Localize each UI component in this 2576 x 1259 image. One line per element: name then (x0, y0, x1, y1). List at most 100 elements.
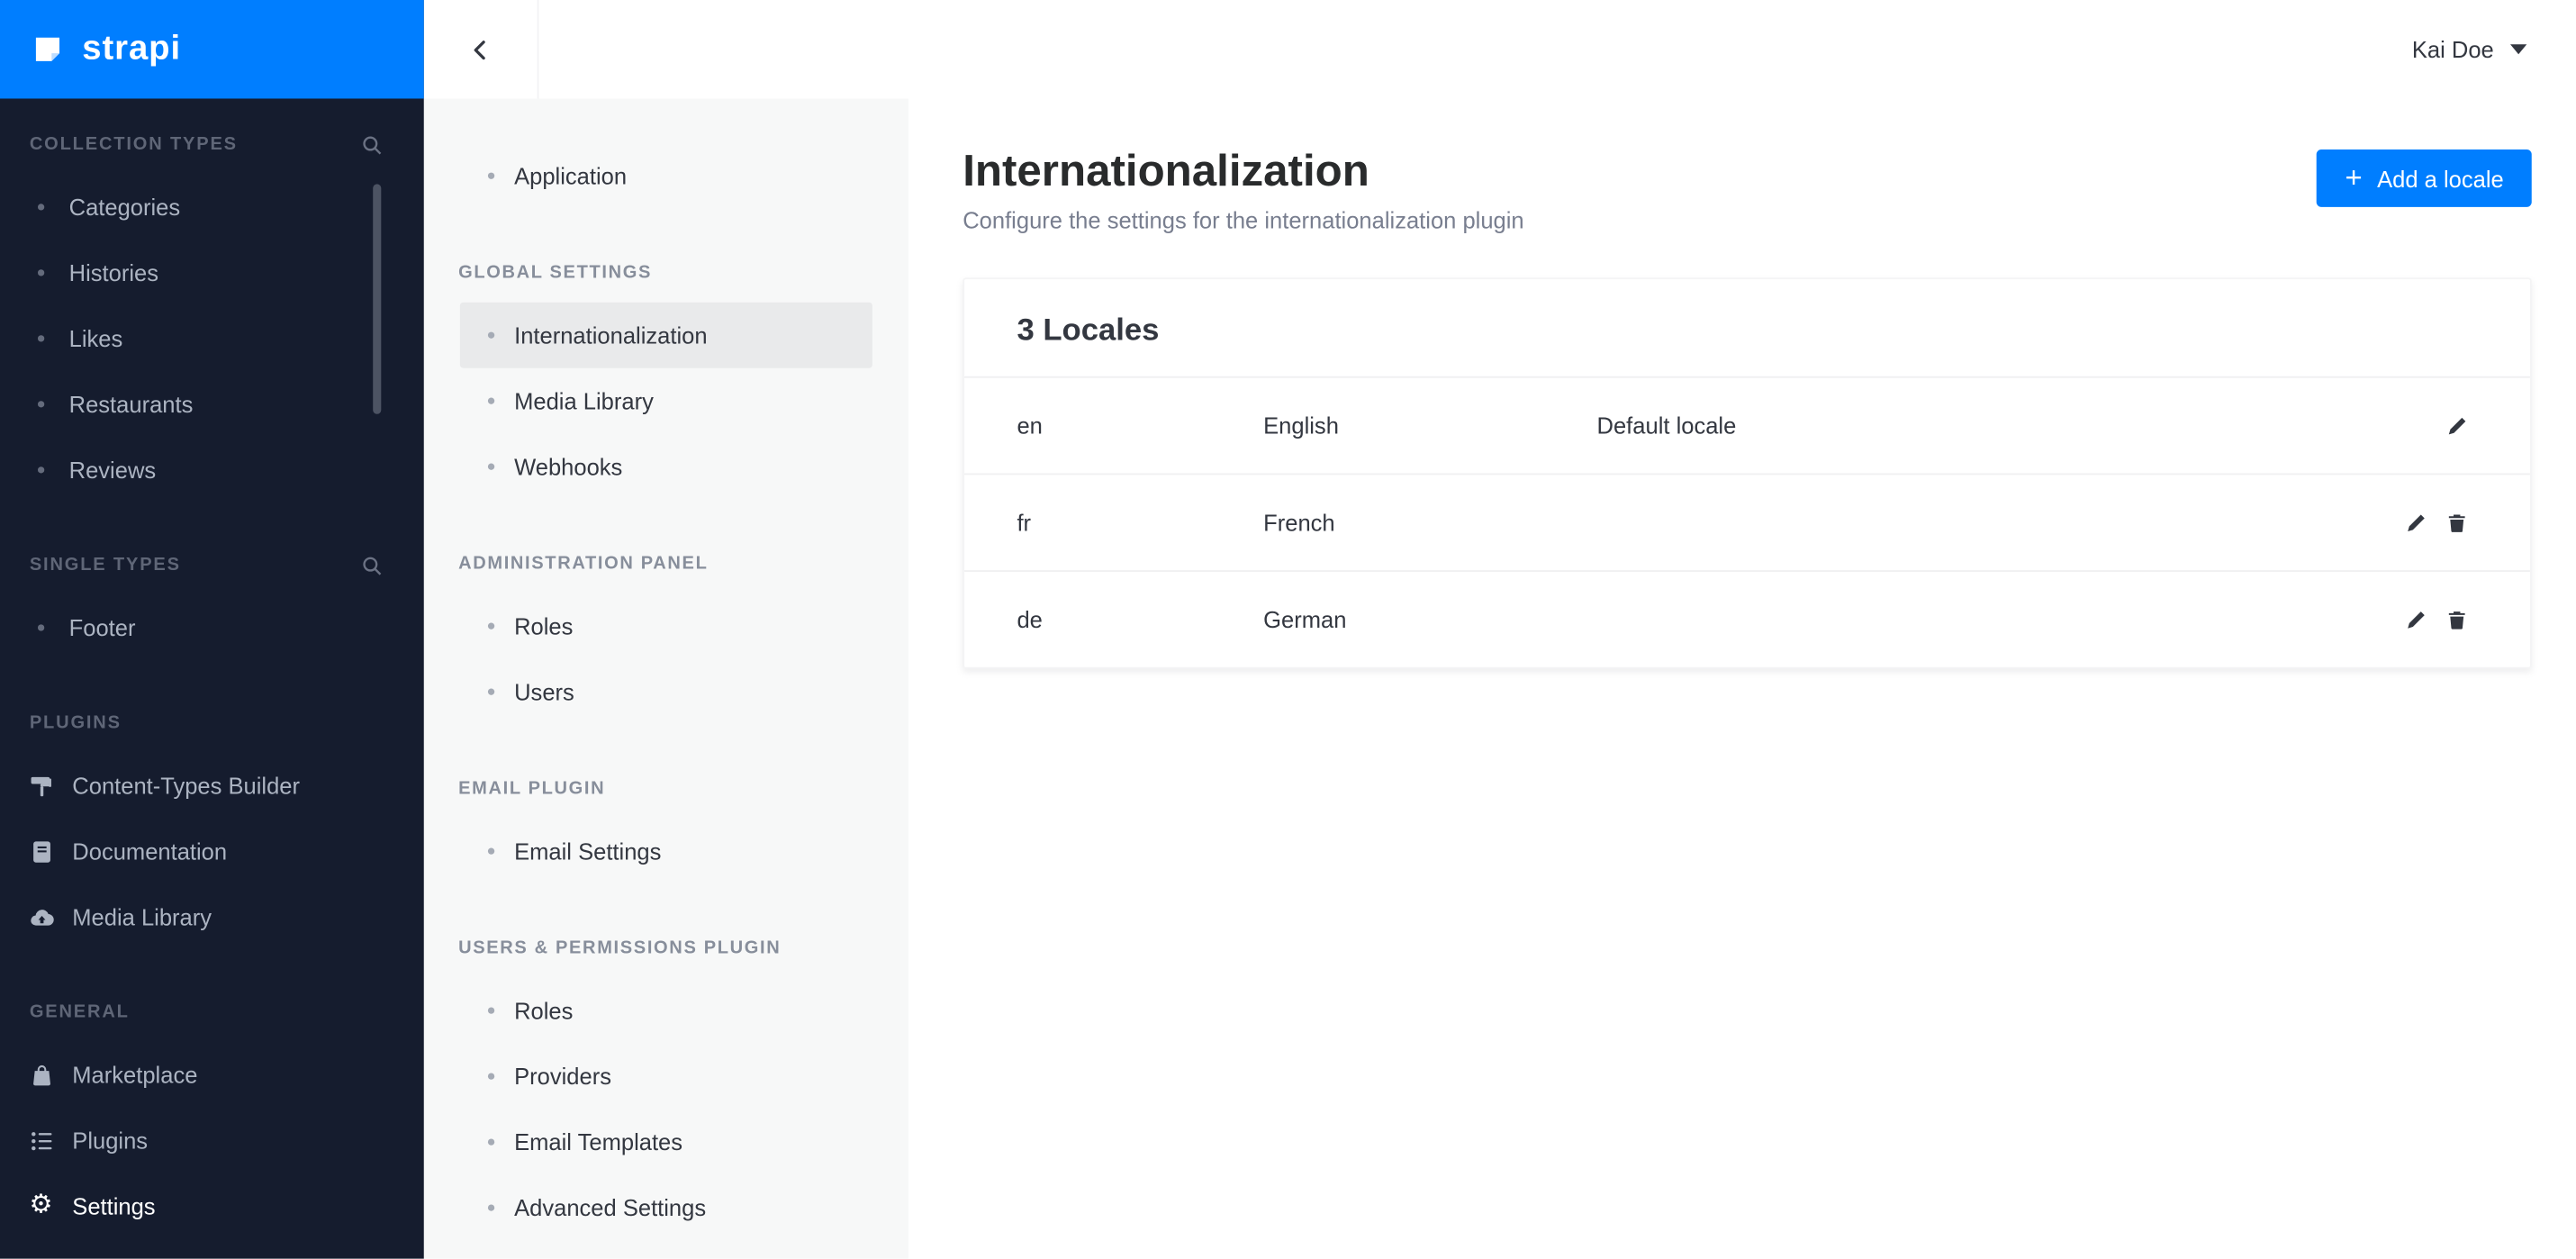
sidebar-item-documentation[interactable]: Documentation (0, 819, 424, 884)
locale-code: fr (1017, 510, 1032, 537)
bullet-icon (37, 401, 45, 408)
main-content: Internationalization Configure the setti… (908, 98, 2576, 1259)
page-title: Internationalization (963, 146, 1369, 196)
subnav-item-media-library[interactable]: Media Library (460, 368, 872, 434)
sidebar-section-collection-types: COLLECTION TYPES Categories Histories Li… (0, 128, 424, 503)
subnav-item-label: Application (514, 162, 628, 189)
book-icon (28, 838, 54, 865)
bullet-icon (487, 172, 495, 179)
bag-icon (28, 1062, 54, 1088)
subnav-item-webhooks[interactable]: Webhooks (460, 434, 872, 500)
sidebar-item-plugins[interactable]: Plugins (0, 1108, 424, 1173)
right-panel: Kai Doe Application GLOBAL SETTINGS Inte… (423, 0, 2576, 1259)
add-locale-button[interactable]: + Add a locale (2317, 149, 2532, 207)
locale-row-en: en English Default locale (964, 376, 2530, 475)
sidebar-item-settings[interactable]: ⚙ Settings (0, 1173, 424, 1239)
section-header-plugins: PLUGINS (0, 707, 424, 739)
locale-name: German (1263, 606, 1347, 634)
bullet-icon (37, 269, 45, 276)
bullet-icon (487, 1073, 495, 1080)
sidebar-item-label: Content-Types Builder (72, 772, 301, 799)
subnav-item-up-roles[interactable]: Roles (460, 978, 872, 1044)
strapi-logo-text: strapi (82, 29, 182, 68)
sidebar-item-restaurants[interactable]: Restaurants (0, 371, 424, 437)
sidebar-item-label: Documentation (72, 838, 228, 865)
subnav-item-label: Email Templates (514, 1128, 683, 1155)
delete-icon[interactable] (2446, 610, 2468, 631)
subnav-item-advanced-settings[interactable]: Advanced Settings (460, 1175, 872, 1241)
section-title: GENERAL (29, 1002, 130, 1022)
section-title: COLLECTION TYPES (29, 134, 238, 155)
plus-icon: + (2345, 160, 2363, 195)
subnav-item-label: Advanced Settings (514, 1194, 707, 1221)
subnav-item-providers[interactable]: Providers (460, 1044, 872, 1110)
sidebar-item-footer[interactable]: Footer (0, 595, 424, 661)
subnav-item-admin-users[interactable]: Users (460, 659, 872, 725)
bullet-icon (487, 847, 495, 855)
bullet-icon (37, 624, 45, 631)
search-icon[interactable] (361, 555, 383, 576)
subnav-item-internationalization[interactable]: Internationalization (459, 302, 872, 368)
locale-note: Default locale (1596, 412, 1737, 439)
locale-row-fr: fr French (964, 474, 2530, 571)
row-actions (2405, 512, 2467, 534)
search-icon[interactable] (361, 134, 383, 156)
section-header-collection-types: COLLECTION TYPES (0, 128, 424, 160)
edit-icon[interactable] (2446, 415, 2468, 437)
bullet-icon (487, 463, 495, 470)
locales-card: 3 Locales en English Default locale fr F… (963, 278, 2532, 670)
back-button[interactable] (424, 0, 539, 99)
title-block: Internationalization Configure the setti… (963, 145, 1523, 233)
subnav-header-global-settings: GLOBAL SETTINGS (458, 262, 653, 283)
gear-icon: ⚙ (29, 1191, 53, 1219)
sidebar-item-media-library[interactable]: Media Library (0, 884, 424, 950)
bullet-icon (37, 204, 45, 211)
sidebar-item-content-types-builder[interactable]: Content-Types Builder (0, 753, 424, 819)
sidebar-section-plugins: PLUGINS Content-Types Builder Documentat… (0, 707, 424, 950)
subnav-item-email-templates[interactable]: Email Templates (460, 1110, 872, 1175)
subnav-item-label: Providers (514, 1063, 612, 1090)
sidebar-item-likes[interactable]: Likes (0, 305, 424, 371)
subnav-header-users-permissions-plugin: USERS & PERMISSIONS PLUGIN (458, 937, 782, 958)
bullet-icon (487, 1204, 495, 1211)
add-locale-label: Add a locale (2377, 165, 2504, 192)
settings-subnav: Application GLOBAL SETTINGS Internationa… (423, 98, 909, 1259)
sidebar-item-reviews[interactable]: Reviews (0, 437, 424, 503)
sidebar-scrollbar[interactable] (373, 184, 382, 414)
roller-icon (28, 773, 54, 799)
subnav-item-email-settings[interactable]: Email Settings (460, 819, 872, 884)
section-title: SINGLE TYPES (29, 555, 181, 575)
subnav-item-label: Email Settings (514, 838, 662, 865)
sidebar-item-marketplace[interactable]: Marketplace (0, 1042, 424, 1108)
delete-icon[interactable] (2446, 512, 2468, 534)
subnav-item-admin-roles[interactable]: Roles (460, 593, 872, 659)
row-actions (2405, 610, 2467, 631)
edit-icon[interactable] (2405, 512, 2427, 534)
strapi-logo[interactable]: strapi (0, 0, 424, 99)
bullet-icon (37, 335, 45, 342)
bullet-icon (487, 622, 495, 630)
section-title: PLUGINS (29, 712, 122, 733)
sidebar-item-label: Settings (72, 1192, 156, 1219)
sidebar-item-categories[interactable]: Categories (0, 174, 424, 240)
sidebar-item-label: Histories (68, 259, 159, 286)
locale-name: English (1263, 412, 1339, 439)
edit-icon[interactable] (2405, 610, 2427, 631)
list-icon (28, 1128, 54, 1154)
sidebar-item-label: Restaurants (68, 391, 194, 418)
user-menu[interactable]: Kai Doe (2412, 36, 2576, 62)
locale-row-de: de German (964, 570, 2530, 668)
main-sidebar: strapi COLLECTION TYPES Categories Histo… (0, 0, 424, 1259)
subnav-item-label: Roles (514, 612, 574, 639)
sidebar-item-label: Marketplace (72, 1061, 198, 1088)
sidebar-item-label: Likes (68, 325, 123, 352)
locale-name: French (1263, 510, 1335, 537)
sidebar-item-histories[interactable]: Histories (0, 240, 424, 305)
sidebar-item-label: Media Library (72, 903, 212, 930)
subnav-header-administration-panel: ADMINISTRATION PANEL (458, 553, 709, 574)
subnav-item-label: Internationalization (514, 322, 708, 349)
sidebar-item-label: Footer (68, 614, 136, 641)
main-header: Internationalization Configure the setti… (963, 145, 2532, 234)
sidebar-item-label: Categories (68, 194, 181, 221)
subnav-item-application[interactable]: Application (460, 143, 872, 209)
